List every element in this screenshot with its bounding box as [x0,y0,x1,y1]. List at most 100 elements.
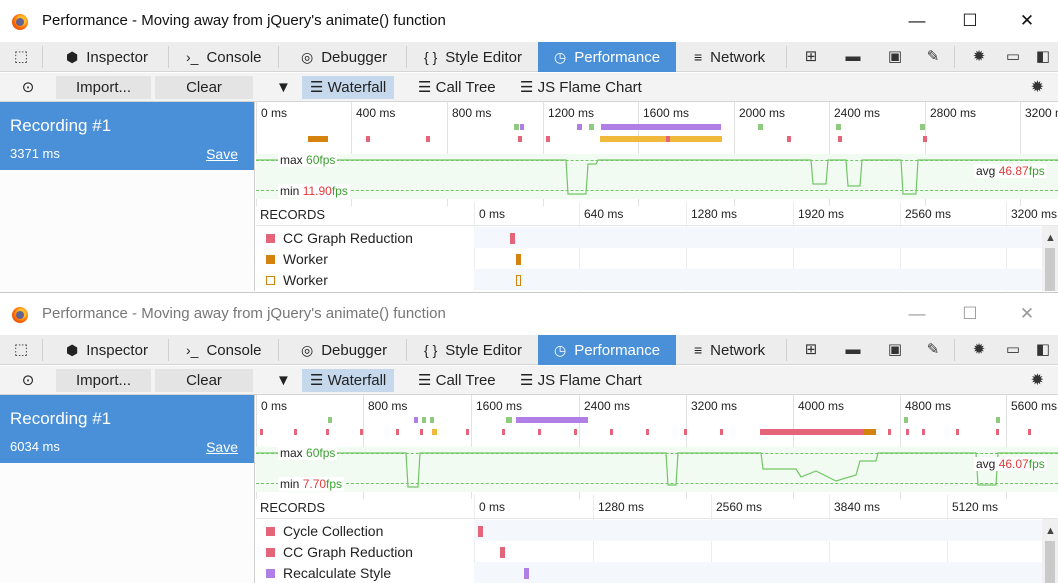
tab-call-tree[interactable]: ☰ Call Tree [418,76,496,99]
marker [328,417,332,423]
records-tick-label: 5120 ms [952,500,999,514]
record-row[interactable]: Cycle Collection [256,520,1058,541]
records-tick-label: 1280 ms [691,207,738,221]
scrollbar[interactable]: ▲ [1042,226,1058,291]
tab-debugger[interactable]: ◎ Debugger [301,42,387,72]
tab-waterfall[interactable]: ☰ Waterfall [302,369,395,392]
responsive-mode-icon[interactable]: ⊞ [796,335,826,365]
recording-item[interactable]: Recording #1 6034 ms Save [0,395,254,463]
scroll-up-icon[interactable]: ▲ [1045,232,1056,244]
recording-name: Recording #1 [10,409,112,428]
tab-inspector[interactable]: ⬢ Inspector [66,335,148,365]
overview-tick-label: 2400 ms [584,399,631,413]
dock-side-icon[interactable]: ◧ [1028,335,1058,365]
tab-js-flame-chart[interactable]: ☰ JS Flame Chart [520,76,642,99]
tab-inspector[interactable]: ⬢ Inspector [66,42,148,72]
close-button[interactable]: ✕ [1014,8,1040,34]
marker [520,124,524,130]
import-button[interactable]: Import... [56,76,151,99]
element-picker-icon[interactable]: ⬚ [6,335,36,365]
waterfall-icon: ☰ [310,79,328,96]
tab-console[interactable]: ›_ Console [186,42,262,72]
tab-debugger[interactable]: ◎ Debugger [301,335,387,365]
scroll-thumb[interactable] [1045,248,1055,291]
settings-gear-icon[interactable]: ✹ [964,335,994,365]
record-row[interactable]: Recalculate Style [256,562,1058,583]
responsive-mode-icon[interactable]: ⊞ [796,42,826,72]
settings-gear-icon[interactable]: ✹ [964,42,994,72]
records-tick-label: 1280 ms [598,500,645,514]
recording-item[interactable]: Recording #1 3371 ms Save [0,102,254,170]
tab-network[interactable]: ≡ Network [694,42,765,72]
record-row[interactable]: CC Graph Reduction [256,541,1058,562]
dock-bottom-icon[interactable]: ▭ [998,42,1028,72]
filter-icon[interactable]: ▼ [276,369,291,392]
maximize-button[interactable]: ☐ [957,8,983,34]
marker [666,136,670,142]
scroll-up-icon[interactable]: ▲ [1045,525,1056,537]
record-color-swatch [266,276,275,285]
firefox-logo-icon [12,307,28,323]
fps-max-value: 60 [306,446,320,460]
options-gear-icon[interactable]: ✹ [1031,73,1044,102]
tab-performance[interactable]: ◷ Performance [538,42,676,72]
tab-console[interactable]: ›_ Console [186,335,262,365]
tab-waterfall[interactable]: ☰ Waterfall [302,76,395,99]
record-icon[interactable]: ⊙ [8,76,48,99]
recording-duration: 3371 ms [10,146,60,161]
close-button[interactable]: ✕ [1014,301,1040,327]
element-picker-icon[interactable]: ⬚ [6,42,36,72]
eyedropper-icon[interactable]: ✎ [918,335,948,365]
screenshot-icon[interactable]: ▣ [880,335,910,365]
fps-max-label: max [280,153,303,167]
scroll-thumb[interactable] [1045,541,1055,583]
marker [518,136,522,142]
tab-call-tree[interactable]: ☰ Call Tree [418,369,496,392]
performance-main: 0 ms 800 ms 1600 ms 2400 ms 3200 ms 4000… [256,395,1058,583]
devtools-window-2: Performance - Moving away from jQuery's … [0,292,1058,583]
save-link[interactable]: Save [206,439,238,455]
marker [414,417,418,423]
network-icon: ≡ [694,342,703,358]
marker [601,124,721,130]
recordings-sidebar: Recording #1 6034 ms Save [0,395,255,583]
fps-curve [256,452,1058,488]
screenshot-icon[interactable]: ▣ [880,42,910,72]
records-tick-label: 640 ms [584,207,624,221]
tab-style-editor[interactable]: { } Style Editor [424,42,522,72]
eyedropper-icon[interactable]: ✎ [918,42,948,72]
fps-avg-label: avg [976,164,996,178]
tab-js-flame-chart[interactable]: ☰ JS Flame Chart [520,369,642,392]
tab-network[interactable]: ≡ Network [694,335,765,365]
fps-avg-value: 46.87 [998,164,1029,178]
record-icon[interactable]: ⊙ [8,369,48,392]
tab-performance[interactable]: ◷ Performance [538,335,676,365]
maximize-button[interactable]: ☐ [957,301,983,327]
debugger-icon: ◎ [301,49,314,65]
marker [787,136,791,142]
record-row[interactable]: CC Graph Reduction [256,227,1058,248]
scratchpad-icon[interactable]: ▬ [838,335,868,365]
import-button[interactable]: Import... [56,369,151,392]
overview-tick-label: 0 ms [261,106,288,120]
overview-tick-label: 0 ms [261,399,288,413]
scratchpad-icon[interactable]: ▬ [838,42,868,72]
options-gear-icon[interactable]: ✹ [1031,366,1044,395]
minimize-button[interactable]: — [904,8,930,34]
minimize-button[interactable]: — [904,301,930,327]
record-row[interactable]: Worker [256,269,1058,290]
record-row[interactable]: Worker [256,248,1058,269]
inspector-icon: ⬢ [66,342,79,358]
scrollbar[interactable]: ▲ [1042,519,1058,583]
records-header: RECORDS [260,500,326,515]
dock-bottom-icon[interactable]: ▭ [998,335,1028,365]
overview-tick-label: 800 ms [452,106,492,120]
tab-style-editor[interactable]: { } Style Editor [424,335,522,365]
save-link[interactable]: Save [206,146,238,162]
overview-tick-label: 400 ms [356,106,396,120]
dock-side-icon[interactable]: ◧ [1028,42,1058,72]
clear-button[interactable]: Clear [155,76,253,99]
record-name: Recalculate Style [283,565,392,581]
filter-icon[interactable]: ▼ [276,76,291,99]
clear-button[interactable]: Clear [155,369,253,392]
